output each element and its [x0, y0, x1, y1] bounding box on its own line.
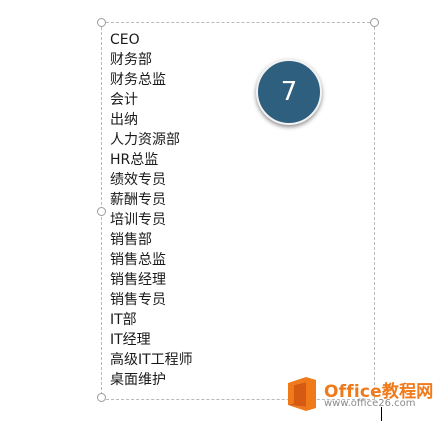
resize-handle-middle-left[interactable]: [97, 207, 106, 216]
text-line[interactable]: 财务部: [110, 50, 193, 70]
resize-handle-top-right[interactable]: [370, 18, 379, 27]
text-line[interactable]: 会计: [110, 90, 193, 110]
text-line[interactable]: IT部: [110, 310, 193, 330]
text-cursor: [381, 407, 382, 421]
step-number-badge: 7: [256, 59, 322, 125]
resize-handle-top-left[interactable]: [97, 18, 106, 27]
text-line[interactable]: 出纳: [110, 110, 193, 130]
text-line[interactable]: 高级IT工程师: [110, 350, 193, 370]
text-line[interactable]: 薪酬专员: [110, 190, 193, 210]
text-line[interactable]: 财务总监: [110, 70, 193, 90]
text-line[interactable]: 销售经理: [110, 270, 193, 290]
resize-handle-bottom-left[interactable]: [97, 393, 106, 402]
text-line[interactable]: 销售部: [110, 230, 193, 250]
text-line[interactable]: 人力资源部: [110, 130, 193, 150]
org-text-lines: CEO 财务部 财务总监 会计 出纳 人力资源部 HR总监 绩效专员 薪酬专员 …: [110, 30, 193, 390]
text-line[interactable]: CEO: [110, 30, 193, 50]
text-line[interactable]: 销售专员: [110, 290, 193, 310]
org-text-box[interactable]: CEO 财务部 财务总监 会计 出纳 人力资源部 HR总监 绩效专员 薪酬专员 …: [97, 18, 379, 402]
watermark-url: www.office26.com: [324, 398, 416, 409]
office-logo-icon: [288, 377, 316, 411]
watermark: Office教程网 www.office26.com: [286, 373, 444, 417]
text-line[interactable]: 绩效专员: [110, 170, 193, 190]
text-line[interactable]: HR总监: [110, 150, 193, 170]
text-line[interactable]: 培训专员: [110, 210, 193, 230]
text-line[interactable]: 销售总监: [110, 250, 193, 270]
text-line[interactable]: IT经理: [110, 330, 193, 350]
text-line[interactable]: 桌面维护: [110, 370, 193, 390]
